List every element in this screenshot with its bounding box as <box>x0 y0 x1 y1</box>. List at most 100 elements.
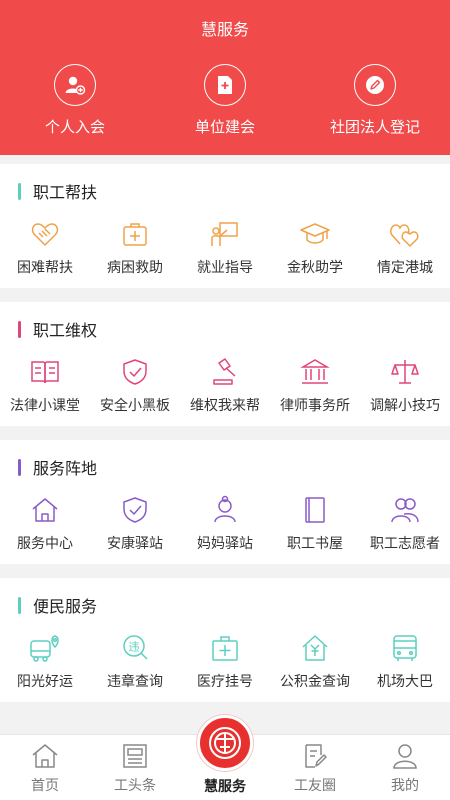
section-title: 服务阵地 <box>33 459 98 478</box>
shield-check-icon <box>119 494 151 526</box>
section-items: 阳光好运 违 违章查询 医疗挂号 公积金查询 机场大巴 <box>0 632 450 691</box>
section-convenience-services: 便民服务 阳光好运 违 违章查询 医疗挂号 公积金查询 机场大巴 <box>0 578 450 702</box>
item-ankang-station[interactable]: 安康驿站 <box>90 494 180 553</box>
item-safety-board[interactable]: 安全小黑板 <box>90 356 180 415</box>
edit-note-icon <box>300 741 330 771</box>
first-aid-kit-icon <box>119 218 151 250</box>
section-title: 便民服务 <box>33 597 98 616</box>
section-items: 法律小课堂 安全小黑板 维权我来帮 律师事务所 调解小技巧 <box>0 356 450 415</box>
section-items: 服务中心 安康驿站 妈妈驿站 职工书屋 职工志愿者 <box>0 494 450 553</box>
section-accent-bar <box>18 320 21 338</box>
item-label: 金秋助学 <box>287 260 343 276</box>
pencil-icon <box>354 64 396 106</box>
header-actions: 个人入会 单位建会 社团法人登记 <box>0 64 450 137</box>
item-label: 律师事务所 <box>280 398 350 414</box>
handshake-icon <box>29 218 61 250</box>
tab-profile[interactable]: 我的 <box>360 735 450 800</box>
yuan-house-icon <box>299 632 331 664</box>
item-love-in-port-city[interactable]: 情定港城 <box>360 218 450 277</box>
legal-entity-register-button[interactable]: 社团法人登记 <box>300 64 450 137</box>
balance-scale-icon <box>389 356 421 388</box>
item-label: 安康驿站 <box>107 536 163 552</box>
section-header: 职工维权 <box>18 318 97 340</box>
medical-kit-icon <box>209 632 241 664</box>
item-worker-volunteer[interactable]: 职工志愿者 <box>360 494 450 553</box>
tab-label: 慧服务 <box>204 779 246 795</box>
section-service-sites: 服务阵地 服务中心 安康驿站 妈妈驿站 职工书屋 职工志愿者 <box>0 440 450 564</box>
user-icon <box>390 741 420 771</box>
mother-icon <box>209 494 241 526</box>
item-label: 困难帮扶 <box>17 260 73 276</box>
item-label: 职工书屋 <box>287 536 343 552</box>
section-worker-assistance: 职工帮扶 困难帮扶 病困救助 就业指导 金秋助学 情定港城 <box>0 164 450 288</box>
section-header: 便民服务 <box>18 594 97 616</box>
section-header: 职工帮扶 <box>18 180 97 202</box>
item-employment-guidance[interactable]: 就业指导 <box>180 218 270 277</box>
tab-headlines[interactable]: 工头条 <box>90 735 180 800</box>
item-label: 公积金查询 <box>280 674 350 690</box>
item-mom-station[interactable]: 妈妈驿站 <box>180 494 270 553</box>
violation-search-icon: 违 <box>119 632 151 664</box>
people-icon <box>389 494 421 526</box>
join-individual-label: 个人入会 <box>44 118 105 136</box>
open-book-icon <box>29 356 61 388</box>
item-medical-registration[interactable]: 医疗挂号 <box>180 632 270 691</box>
tab-smart-service[interactable]: 慧服务 <box>180 715 270 800</box>
section-title: 职工维权 <box>33 321 98 340</box>
person-add-icon <box>54 64 96 106</box>
item-label: 情定港城 <box>377 260 433 276</box>
header: 慧服务 个人入会 单位建会 社团法人登记 <box>0 0 450 155</box>
graduation-cap-icon <box>299 218 331 250</box>
item-label: 机场大巴 <box>377 674 433 690</box>
item-rights-help[interactable]: 维权我来帮 <box>180 356 270 415</box>
item-law-class[interactable]: 法律小课堂 <box>0 356 90 415</box>
item-label: 法律小课堂 <box>10 398 80 414</box>
bus-location-icon <box>29 632 61 664</box>
item-label: 就业指导 <box>197 260 253 276</box>
teacher-board-icon <box>209 218 241 250</box>
section-accent-bar <box>18 596 21 614</box>
item-worker-bookstore[interactable]: 职工书屋 <box>270 494 360 553</box>
gavel-icon <box>209 356 241 388</box>
union-logo-icon <box>197 715 253 771</box>
item-label: 违章查询 <box>107 674 163 690</box>
tab-worker-circle[interactable]: 工友圈 <box>270 735 360 800</box>
bottom-tab-bar: 首页 工头条 慧服务 工友圈 我的 <box>0 715 450 800</box>
unit-union-label: 单位建会 <box>194 118 255 136</box>
item-sunshine-luck[interactable]: 阳光好运 <box>0 632 90 691</box>
item-label: 调解小技巧 <box>370 398 440 414</box>
item-autumn-student-aid[interactable]: 金秋助学 <box>270 218 360 277</box>
section-header: 服务阵地 <box>18 456 97 478</box>
item-label: 服务中心 <box>17 536 73 552</box>
item-label: 病困救助 <box>107 260 163 276</box>
svg-text:违: 违 <box>129 641 140 654</box>
shield-check-icon <box>119 356 151 388</box>
item-label: 医疗挂号 <box>197 674 253 690</box>
item-label: 妈妈驿站 <box>197 536 253 552</box>
section-items: 困难帮扶 病困救助 就业指导 金秋助学 情定港城 <box>0 218 450 277</box>
page-title: 慧服务 <box>200 20 249 39</box>
join-individual-button[interactable]: 个人入会 <box>0 64 150 137</box>
hearts-icon <box>389 218 421 250</box>
tab-label: 工友圈 <box>294 778 336 794</box>
item-law-firm[interactable]: 律师事务所 <box>270 356 360 415</box>
home-icon <box>30 741 60 771</box>
home-icon <box>29 494 61 526</box>
item-service-center[interactable]: 服务中心 <box>0 494 90 553</box>
tab-home[interactable]: 首页 <box>0 735 90 800</box>
tab-label: 工头条 <box>114 778 156 794</box>
item-label: 安全小黑板 <box>100 398 170 414</box>
unit-union-button[interactable]: 单位建会 <box>150 64 300 137</box>
item-hardship-assistance[interactable]: 困难帮扶 <box>0 218 90 277</box>
tab-label: 首页 <box>31 778 59 794</box>
bus-icon <box>389 632 421 664</box>
item-housing-fund-query[interactable]: 公积金查询 <box>270 632 360 691</box>
news-icon <box>120 741 150 771</box>
section-title: 职工帮扶 <box>33 183 98 202</box>
item-label: 职工志愿者 <box>370 536 440 552</box>
item-violation-query[interactable]: 违 违章查询 <box>90 632 180 691</box>
item-mediation-tips[interactable]: 调解小技巧 <box>360 356 450 415</box>
item-airport-bus[interactable]: 机场大巴 <box>360 632 450 691</box>
section-worker-rights: 职工维权 法律小课堂 安全小黑板 维权我来帮 律师事务所 调解小技巧 <box>0 302 450 426</box>
item-illness-relief[interactable]: 病困救助 <box>90 218 180 277</box>
